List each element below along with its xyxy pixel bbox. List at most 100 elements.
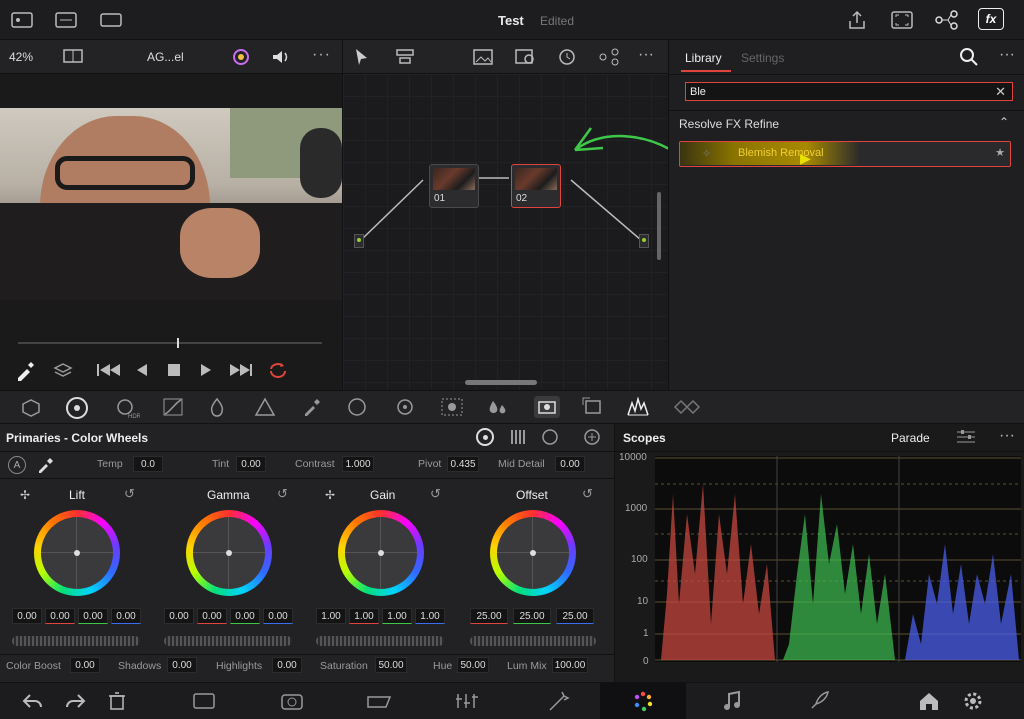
sizing-icon[interactable]	[582, 397, 604, 417]
undo-icon[interactable]	[22, 691, 44, 711]
loop-icon[interactable]	[266, 359, 290, 381]
reset-all-icon[interactable]	[582, 427, 602, 447]
stop-icon[interactable]	[166, 362, 182, 378]
node-01[interactable]: 01	[429, 164, 479, 208]
video-frame[interactable]	[0, 108, 342, 300]
color-wheels-icon[interactable]	[66, 397, 88, 419]
tracker-icon[interactable]	[346, 396, 368, 418]
fx-palette-icon[interactable]	[534, 396, 560, 418]
offset-master-slider[interactable]	[470, 636, 596, 646]
delete-icon[interactable]	[108, 691, 126, 711]
volume-icon[interactable]	[270, 47, 292, 67]
gain-master-slider[interactable]	[316, 636, 444, 646]
scopes-more-icon[interactable]: ···	[999, 427, 1015, 445]
offset-r-field[interactable]: 25.00	[470, 608, 508, 624]
saturation-field[interactable]: 50.00	[375, 657, 407, 673]
share-icon[interactable]	[846, 9, 868, 31]
target-icon[interactable]	[394, 396, 416, 418]
nodes-more-icon[interactable]: ···	[638, 46, 654, 64]
split-screen-icon[interactable]	[62, 47, 84, 65]
gain-y-field[interactable]: 1.00	[316, 608, 346, 624]
fullscreen-icon[interactable]	[890, 9, 914, 31]
lift-reset-icon[interactable]: ↺	[124, 486, 135, 502]
window-icon[interactable]	[254, 397, 276, 417]
blur-icon[interactable]	[486, 397, 508, 417]
viewer-more-icon[interactable]: ···	[312, 46, 331, 64]
playhead[interactable]	[177, 338, 179, 348]
contrast-field[interactable]: 1.000	[342, 456, 374, 472]
colorboost-field[interactable]: 0.00	[70, 657, 100, 673]
lift-wheel[interactable]	[34, 510, 120, 596]
fairlight-page-icon[interactable]	[722, 690, 742, 712]
gain-b-field[interactable]: 1.00	[415, 608, 445, 624]
offset-reset-icon[interactable]: ↺	[582, 486, 593, 502]
keyframes-icon[interactable]	[674, 397, 700, 417]
effects-page-icon[interactable]	[546, 690, 570, 712]
zoom-level[interactable]: 42%	[9, 50, 33, 64]
gain-g-field[interactable]: 1.00	[382, 608, 412, 624]
library-more-icon[interactable]: ···	[999, 46, 1015, 64]
gamma-reset-icon[interactable]: ↺	[277, 486, 288, 502]
layers-icon[interactable]	[52, 360, 74, 382]
offset-wheel[interactable]	[490, 510, 576, 596]
auto-balance-badge[interactable]: A	[8, 456, 26, 474]
gamma-r-field[interactable]: 0.00	[197, 608, 227, 624]
cut-page-icon[interactable]	[280, 690, 304, 712]
image-icon[interactable]	[472, 47, 494, 67]
media-pool-icon[interactable]	[10, 10, 34, 30]
node-graph-icon[interactable]	[598, 47, 620, 67]
lut-browser-icon[interactable]	[54, 10, 78, 30]
picker-icon[interactable]	[36, 456, 54, 474]
curves-icon[interactable]	[162, 397, 184, 417]
offset-g-field[interactable]: 25.00	[513, 608, 551, 624]
magic-mask-icon[interactable]	[440, 397, 464, 417]
middetail-field[interactable]: 0.00	[555, 456, 585, 472]
zoom-image-icon[interactable]	[514, 47, 538, 67]
camera-raw-icon[interactable]	[20, 397, 42, 417]
scope-settings-icon[interactable]	[955, 428, 977, 446]
lift-b-field[interactable]: 0.00	[111, 608, 141, 624]
gain-reset-icon[interactable]: ↺	[430, 486, 441, 502]
collapse-chevron-icon[interactable]: ⌃	[999, 115, 1009, 129]
scope-mode-select[interactable]: Parade	[891, 431, 930, 445]
gamma-master-slider[interactable]	[164, 636, 292, 646]
highlights-field[interactable]: 0.00	[272, 657, 302, 673]
bars-mode-icon[interactable]	[508, 428, 528, 446]
clear-search-icon[interactable]: ✕	[995, 84, 1006, 100]
hue-field[interactable]: 50.00	[457, 657, 489, 673]
favorite-star-icon[interactable]: ★	[995, 146, 1005, 159]
lift-g-field[interactable]: 0.00	[78, 608, 108, 624]
pivot-field[interactable]: 0.435	[447, 456, 479, 472]
wheels-mode-icon[interactable]	[476, 428, 494, 446]
pointer-icon[interactable]	[352, 47, 370, 67]
tab-settings[interactable]: Settings	[741, 51, 784, 65]
redo-icon[interactable]	[64, 691, 86, 711]
shadows-field[interactable]: 0.00	[167, 657, 197, 673]
hdr-icon[interactable]: HDR	[114, 397, 140, 419]
source-input[interactable]	[354, 234, 364, 248]
node-hscrollbar[interactable]	[465, 380, 537, 385]
eyedropper-icon[interactable]	[14, 360, 36, 382]
temp-field[interactable]: 0.0	[133, 456, 163, 472]
nodes-icon[interactable]	[934, 9, 960, 31]
node-02[interactable]: 02	[511, 164, 561, 208]
node-editor[interactable]: 01 02	[342, 74, 669, 390]
node-scrollbar[interactable]	[657, 192, 661, 260]
search-icon[interactable]	[959, 47, 979, 67]
deliver-page-icon[interactable]	[808, 690, 830, 712]
gamma-y-field[interactable]: 0.00	[164, 608, 194, 624]
scopes-toggle-icon[interactable]	[626, 397, 650, 417]
home-icon[interactable]	[918, 690, 940, 712]
gain-picker-icon[interactable]: ✢	[325, 488, 335, 502]
gamma-wheel[interactable]	[186, 510, 272, 596]
tab-library[interactable]: Library	[685, 51, 722, 65]
qualifier-icon[interactable]	[206, 397, 228, 417]
lift-picker-icon[interactable]: ✢	[20, 488, 30, 502]
search-input[interactable]: Ble ✕	[685, 82, 1013, 101]
play-reverse-icon[interactable]	[134, 362, 150, 378]
reset-icon[interactable]	[556, 46, 578, 68]
clip-name[interactable]: AG...el	[147, 50, 184, 64]
lummix-field[interactable]: 100.00	[552, 657, 588, 673]
color-fx-icon[interactable]	[230, 46, 252, 68]
play-icon[interactable]	[198, 362, 214, 378]
